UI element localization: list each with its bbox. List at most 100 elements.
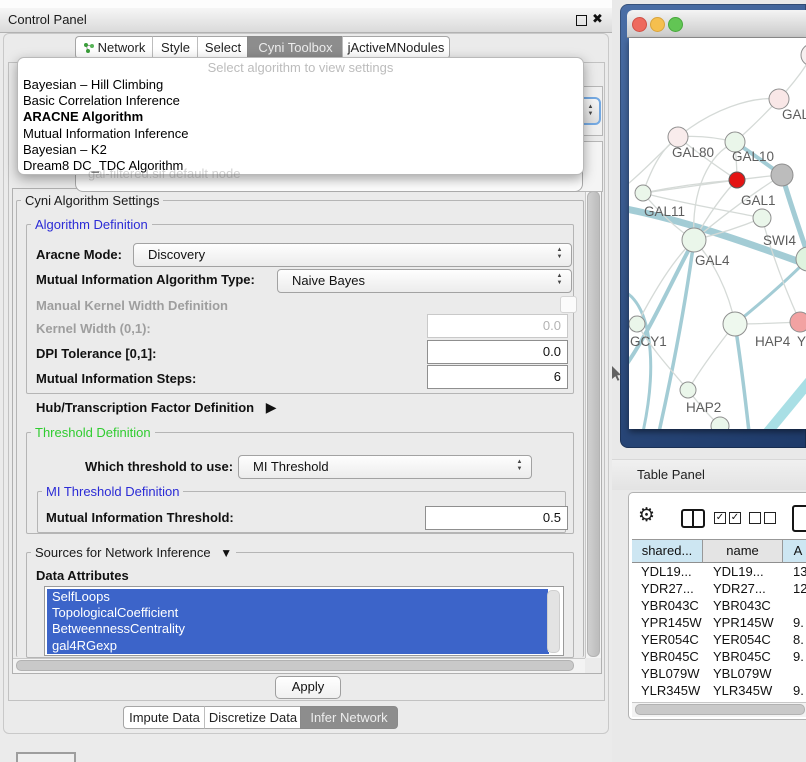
network-node[interactable] — [771, 164, 793, 186]
table-row[interactable]: YPR145WYPR145W9. — [632, 614, 806, 631]
control-panel-titlebar: Control Panel ✖ — [0, 8, 612, 33]
split-columns-icon[interactable] — [681, 509, 705, 528]
tab-select-label: Select — [205, 40, 241, 55]
node-label: GCY1 — [630, 334, 667, 349]
select-all-checkbox-icon-2[interactable]: ✓ — [729, 512, 741, 524]
node-label: HAP4 — [755, 334, 791, 349]
column-header-name[interactable]: name — [703, 539, 783, 563]
dock-mini-button[interactable] — [16, 752, 76, 762]
algorithm-options-list: Bayesian – Hill ClimbingBasic Correlatio… — [18, 77, 583, 174]
data-attribute-item[interactable]: SelfLoops — [47, 589, 549, 605]
tab-cyni-toolbox[interactable]: Cyni Toolbox — [247, 36, 343, 59]
network-node[interactable] — [629, 316, 645, 332]
split-divider — [692, 511, 694, 526]
hub-definition-row[interactable]: Hub/Transcription Factor Definition ▶ — [36, 399, 277, 416]
which-threshold-select[interactable]: MI Threshold ▲▼ — [238, 455, 532, 479]
dpi-tolerance-label: DPI Tolerance [0,1]: — [36, 346, 156, 361]
data-attribute-item[interactable]: TopologicalCoefficient — [47, 605, 549, 621]
network-node[interactable] — [723, 312, 747, 336]
node-label: GAL — [782, 107, 806, 122]
dropdown-placeholder: Select algorithm to view settings — [18, 58, 583, 77]
table-cell: 13 — [783, 563, 806, 580]
network-edge — [678, 99, 779, 137]
algorithm-option[interactable]: Basic Correlation Inference — [18, 93, 583, 109]
close-panel-icon[interactable]: ✖ — [592, 11, 603, 27]
settings-vscroll-thumb[interactable] — [587, 191, 600, 657]
table-cell: 8. — [783, 631, 806, 648]
tab-impute-data[interactable]: Impute Data — [123, 706, 205, 729]
table-panel-title: Table Panel — [637, 467, 705, 482]
algorithm-option[interactable]: Mutual Information Inference — [18, 126, 583, 142]
expand-arrow-icon[interactable]: ▶ — [266, 399, 277, 415]
algorithm-option[interactable]: Bayesian – Hill Climbing — [18, 77, 583, 93]
mi-threshold-field[interactable]: 0.5 — [425, 506, 568, 530]
new-table-icon[interactable] — [792, 505, 806, 532]
dpi-tolerance-field[interactable]: 0.0 — [427, 340, 568, 364]
tab-style[interactable]: Style — [152, 36, 198, 59]
manual-kernel-checkbox[interactable] — [560, 296, 577, 313]
column-header-third[interactable]: A — [783, 539, 806, 563]
node-label: GAL1 — [741, 193, 776, 208]
network-window-titlebar[interactable] — [627, 10, 806, 38]
spinner-arrows-icon: ▲▼ — [515, 459, 524, 473]
table-row[interactable]: YER054CYER054C8. — [632, 631, 806, 648]
table-row[interactable]: YLR345WYLR345W9. — [632, 682, 806, 699]
network-node[interactable] — [711, 417, 729, 429]
kernel-width-field[interactable]: 0.0 — [427, 314, 568, 338]
data-attribute-item[interactable]: BetweennessCentrality — [47, 621, 549, 637]
which-threshold-value: MI Threshold — [253, 459, 329, 474]
kernel-width-label: Kernel Width (0,1): — [36, 321, 151, 336]
table-cell: YBR043C — [632, 597, 703, 614]
table-row[interactable]: YBR043CYBR043C — [632, 597, 806, 614]
algorithm-option[interactable]: ARACNE Algorithm — [18, 109, 583, 125]
tab-discretize-data-label: Discretize Data — [209, 710, 297, 725]
algorithm-option[interactable]: Bayesian – K2 — [18, 142, 583, 158]
network-canvas[interactable]: GALGAL80GAL10GAL1GAL11SWI4GAL4GCY1HAP4YH… — [629, 38, 806, 429]
close-traffic-light[interactable] — [632, 17, 647, 32]
collapse-arrow-icon[interactable]: ▼ — [220, 546, 232, 560]
zoom-traffic-light[interactable] — [668, 17, 683, 32]
tab-jactivemnodules[interactable]: jActiveMNodules — [342, 36, 450, 59]
network-node[interactable] — [682, 228, 706, 252]
settings-hscroll-thumb[interactable] — [16, 660, 574, 671]
ghost-combo-text: gal-filtered.sif default node — [88, 166, 240, 181]
table-row[interactable]: YDL19...YDL19...13 — [632, 563, 806, 580]
select-all-checkbox-icon[interactable]: ✓ — [714, 512, 726, 524]
network-node[interactable] — [753, 209, 771, 227]
deselect-checkbox-icon-2[interactable] — [764, 512, 776, 524]
minimize-traffic-light[interactable] — [650, 17, 665, 32]
float-panel-icon[interactable] — [576, 15, 587, 26]
network-node[interactable] — [635, 185, 651, 201]
data-attributes-list[interactable]: SelfLoopsTopologicalCoefficientBetweenne… — [44, 586, 564, 656]
mi-type-select[interactable]: Naive Bayes ▲▼ — [277, 269, 572, 293]
tab-infer-network-label: Infer Network — [310, 710, 387, 725]
tab-infer-network[interactable]: Infer Network — [300, 706, 398, 729]
data-attribute-item[interactable]: gal4RGexp — [47, 638, 549, 654]
table-row[interactable]: YBL079WYBL079W — [632, 665, 806, 682]
table-row[interactable]: YDR27...YDR27...12 — [632, 580, 806, 597]
table-cell: YBR043C — [703, 597, 783, 614]
column-header-shared[interactable]: shared... — [632, 539, 703, 563]
control-panel-title: Control Panel — [8, 12, 87, 27]
tab-network[interactable]: Network — [75, 36, 152, 59]
network-node[interactable] — [769, 89, 789, 109]
aracne-mode-label: Aracne Mode: — [36, 247, 122, 262]
mi-steps-field[interactable]: 6 — [427, 365, 568, 389]
attributes-scroll-thumb[interactable] — [547, 590, 560, 653]
data-attributes-label: Data Attributes — [36, 568, 129, 583]
table-row[interactable]: YBR045CYBR045C9. — [632, 648, 806, 665]
table-hscroll-thumb[interactable] — [635, 704, 805, 715]
network-node[interactable] — [729, 172, 745, 188]
tab-network-label: Network — [98, 40, 146, 55]
network-node[interactable] — [668, 127, 688, 147]
network-node[interactable] — [680, 382, 696, 398]
gear-icon[interactable]: ⚙ — [638, 505, 655, 527]
network-node[interactable] — [801, 44, 806, 66]
tab-select[interactable]: Select — [197, 36, 248, 59]
tab-discretize-data[interactable]: Discretize Data — [204, 706, 301, 729]
deselect-checkbox-icon[interactable] — [749, 512, 761, 524]
network-node[interactable] — [790, 312, 806, 332]
aracne-mode-select[interactable]: Discovery ▲▼ — [133, 243, 572, 267]
sources-group-title[interactable]: Sources for Network Inference ▼ — [31, 545, 236, 560]
apply-button[interactable]: Apply — [275, 676, 341, 699]
